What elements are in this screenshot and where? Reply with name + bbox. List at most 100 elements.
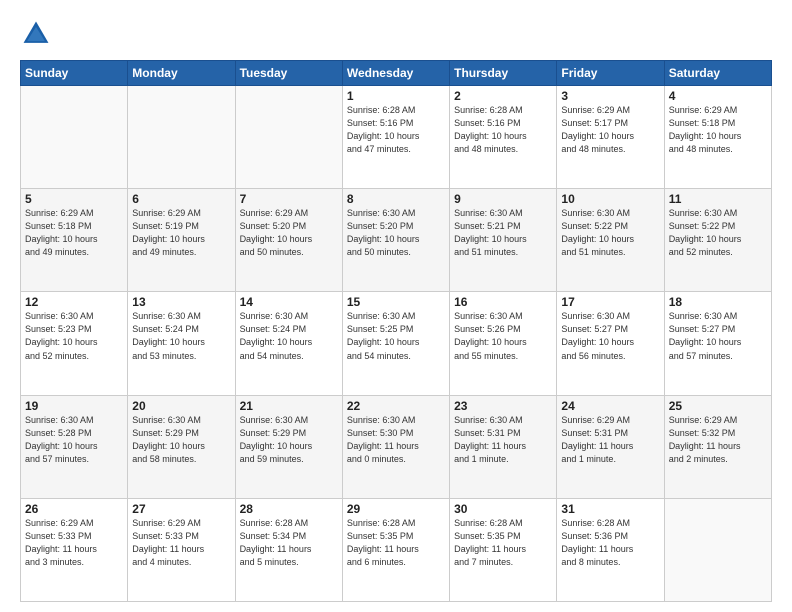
weekday-header-saturday: Saturday (664, 61, 771, 86)
calendar-cell: 30Sunrise: 6:28 AM Sunset: 5:35 PM Dayli… (450, 498, 557, 601)
day-number: 8 (347, 192, 445, 206)
calendar-cell: 20Sunrise: 6:30 AM Sunset: 5:29 PM Dayli… (128, 395, 235, 498)
page: SundayMondayTuesdayWednesdayThursdayFrid… (0, 0, 792, 612)
day-info: Sunrise: 6:30 AM Sunset: 5:30 PM Dayligh… (347, 414, 445, 466)
calendar-cell: 26Sunrise: 6:29 AM Sunset: 5:33 PM Dayli… (21, 498, 128, 601)
calendar-cell: 13Sunrise: 6:30 AM Sunset: 5:24 PM Dayli… (128, 292, 235, 395)
day-number: 6 (132, 192, 230, 206)
day-info: Sunrise: 6:29 AM Sunset: 5:18 PM Dayligh… (25, 207, 123, 259)
day-number: 1 (347, 89, 445, 103)
calendar-table: SundayMondayTuesdayWednesdayThursdayFrid… (20, 60, 772, 602)
day-info: Sunrise: 6:30 AM Sunset: 5:25 PM Dayligh… (347, 310, 445, 362)
day-info: Sunrise: 6:29 AM Sunset: 5:32 PM Dayligh… (669, 414, 767, 466)
day-info: Sunrise: 6:28 AM Sunset: 5:16 PM Dayligh… (454, 104, 552, 156)
day-info: Sunrise: 6:29 AM Sunset: 5:19 PM Dayligh… (132, 207, 230, 259)
calendar-cell: 31Sunrise: 6:28 AM Sunset: 5:36 PM Dayli… (557, 498, 664, 601)
day-number: 22 (347, 399, 445, 413)
calendar-cell: 27Sunrise: 6:29 AM Sunset: 5:33 PM Dayli… (128, 498, 235, 601)
day-info: Sunrise: 6:30 AM Sunset: 5:22 PM Dayligh… (561, 207, 659, 259)
day-number: 30 (454, 502, 552, 516)
day-info: Sunrise: 6:30 AM Sunset: 5:22 PM Dayligh… (669, 207, 767, 259)
day-number: 27 (132, 502, 230, 516)
day-info: Sunrise: 6:30 AM Sunset: 5:29 PM Dayligh… (240, 414, 338, 466)
weekday-header-tuesday: Tuesday (235, 61, 342, 86)
calendar-cell: 10Sunrise: 6:30 AM Sunset: 5:22 PM Dayli… (557, 189, 664, 292)
day-info: Sunrise: 6:28 AM Sunset: 5:35 PM Dayligh… (347, 517, 445, 569)
day-number: 23 (454, 399, 552, 413)
day-number: 31 (561, 502, 659, 516)
week-row-4: 19Sunrise: 6:30 AM Sunset: 5:28 PM Dayli… (21, 395, 772, 498)
calendar-cell: 28Sunrise: 6:28 AM Sunset: 5:34 PM Dayli… (235, 498, 342, 601)
day-info: Sunrise: 6:30 AM Sunset: 5:24 PM Dayligh… (132, 310, 230, 362)
day-number: 17 (561, 295, 659, 309)
week-row-1: 1 Sunrise: 6:28 AM Sunset: 5:16 PM Daylig… (21, 86, 772, 189)
day-info: Sunrise: 6:30 AM Sunset: 5:27 PM Dayligh… (561, 310, 659, 362)
day-number: 25 (669, 399, 767, 413)
day-info: Sunrise: 6:30 AM Sunset: 5:29 PM Dayligh… (132, 414, 230, 466)
day-info: Sunrise: 6:29 AM Sunset: 5:18 PM Dayligh… (669, 104, 767, 156)
calendar-cell: 6Sunrise: 6:29 AM Sunset: 5:19 PM Daylig… (128, 189, 235, 292)
calendar-cell (235, 86, 342, 189)
calendar-cell: 17Sunrise: 6:30 AM Sunset: 5:27 PM Dayli… (557, 292, 664, 395)
weekday-header-wednesday: Wednesday (342, 61, 449, 86)
day-info: Sunrise: 6:30 AM Sunset: 5:31 PM Dayligh… (454, 414, 552, 466)
calendar-cell: 14Sunrise: 6:30 AM Sunset: 5:24 PM Dayli… (235, 292, 342, 395)
calendar-cell: 11Sunrise: 6:30 AM Sunset: 5:22 PM Dayli… (664, 189, 771, 292)
header (20, 18, 772, 50)
day-info: Sunrise: 6:28 AM Sunset: 5:36 PM Dayligh… (561, 517, 659, 569)
calendar-cell: 29Sunrise: 6:28 AM Sunset: 5:35 PM Dayli… (342, 498, 449, 601)
day-number: 24 (561, 399, 659, 413)
calendar-cell: 9Sunrise: 6:30 AM Sunset: 5:21 PM Daylig… (450, 189, 557, 292)
calendar-cell (664, 498, 771, 601)
calendar-cell (128, 86, 235, 189)
day-number: 3 (561, 89, 659, 103)
calendar-cell: 24Sunrise: 6:29 AM Sunset: 5:31 PM Dayli… (557, 395, 664, 498)
day-info: Sunrise: 6:30 AM Sunset: 5:24 PM Dayligh… (240, 310, 338, 362)
calendar-cell: 16Sunrise: 6:30 AM Sunset: 5:26 PM Dayli… (450, 292, 557, 395)
day-number: 12 (25, 295, 123, 309)
calendar-cell: 21Sunrise: 6:30 AM Sunset: 5:29 PM Dayli… (235, 395, 342, 498)
calendar-cell: 23Sunrise: 6:30 AM Sunset: 5:31 PM Dayli… (450, 395, 557, 498)
calendar-cell: 5Sunrise: 6:29 AM Sunset: 5:18 PM Daylig… (21, 189, 128, 292)
logo (20, 18, 56, 50)
day-info: Sunrise: 6:29 AM Sunset: 5:33 PM Dayligh… (132, 517, 230, 569)
calendar-cell: 1Sunrise: 6:28 AM Sunset: 5:16 PM Daylig… (342, 86, 449, 189)
day-number: 29 (347, 502, 445, 516)
day-number: 16 (454, 295, 552, 309)
day-info: Sunrise: 6:29 AM Sunset: 5:20 PM Dayligh… (240, 207, 338, 259)
day-number: 2 (454, 89, 552, 103)
calendar-cell: 15Sunrise: 6:30 AM Sunset: 5:25 PM Dayli… (342, 292, 449, 395)
day-info: Sunrise: 6:29 AM Sunset: 5:33 PM Dayligh… (25, 517, 123, 569)
day-number: 11 (669, 192, 767, 206)
weekday-header-sunday: Sunday (21, 61, 128, 86)
day-number: 15 (347, 295, 445, 309)
calendar-cell: 25Sunrise: 6:29 AM Sunset: 5:32 PM Dayli… (664, 395, 771, 498)
day-number: 10 (561, 192, 659, 206)
day-info: Sunrise: 6:30 AM Sunset: 5:23 PM Dayligh… (25, 310, 123, 362)
day-info: Sunrise: 6:28 AM Sunset: 5:35 PM Dayligh… (454, 517, 552, 569)
week-row-2: 5Sunrise: 6:29 AM Sunset: 5:18 PM Daylig… (21, 189, 772, 292)
day-info: Sunrise: 6:29 AM Sunset: 5:17 PM Dayligh… (561, 104, 659, 156)
weekday-header-monday: Monday (128, 61, 235, 86)
day-info: Sunrise: 6:30 AM Sunset: 5:21 PM Dayligh… (454, 207, 552, 259)
day-info: Sunrise: 6:30 AM Sunset: 5:28 PM Dayligh… (25, 414, 123, 466)
weekday-header-thursday: Thursday (450, 61, 557, 86)
weekday-header-friday: Friday (557, 61, 664, 86)
day-number: 26 (25, 502, 123, 516)
day-number: 14 (240, 295, 338, 309)
day-info: Sunrise: 6:30 AM Sunset: 5:20 PM Dayligh… (347, 207, 445, 259)
calendar-cell: 12Sunrise: 6:30 AM Sunset: 5:23 PM Dayli… (21, 292, 128, 395)
day-number: 20 (132, 399, 230, 413)
calendar-cell: 18Sunrise: 6:30 AM Sunset: 5:27 PM Dayli… (664, 292, 771, 395)
day-number: 7 (240, 192, 338, 206)
logo-icon (20, 18, 52, 50)
day-number: 18 (669, 295, 767, 309)
week-row-5: 26Sunrise: 6:29 AM Sunset: 5:33 PM Dayli… (21, 498, 772, 601)
day-number: 21 (240, 399, 338, 413)
weekday-header-row: SundayMondayTuesdayWednesdayThursdayFrid… (21, 61, 772, 86)
day-info: Sunrise: 6:30 AM Sunset: 5:27 PM Dayligh… (669, 310, 767, 362)
calendar-cell (21, 86, 128, 189)
day-number: 19 (25, 399, 123, 413)
day-number: 5 (25, 192, 123, 206)
calendar-cell: 7Sunrise: 6:29 AM Sunset: 5:20 PM Daylig… (235, 189, 342, 292)
